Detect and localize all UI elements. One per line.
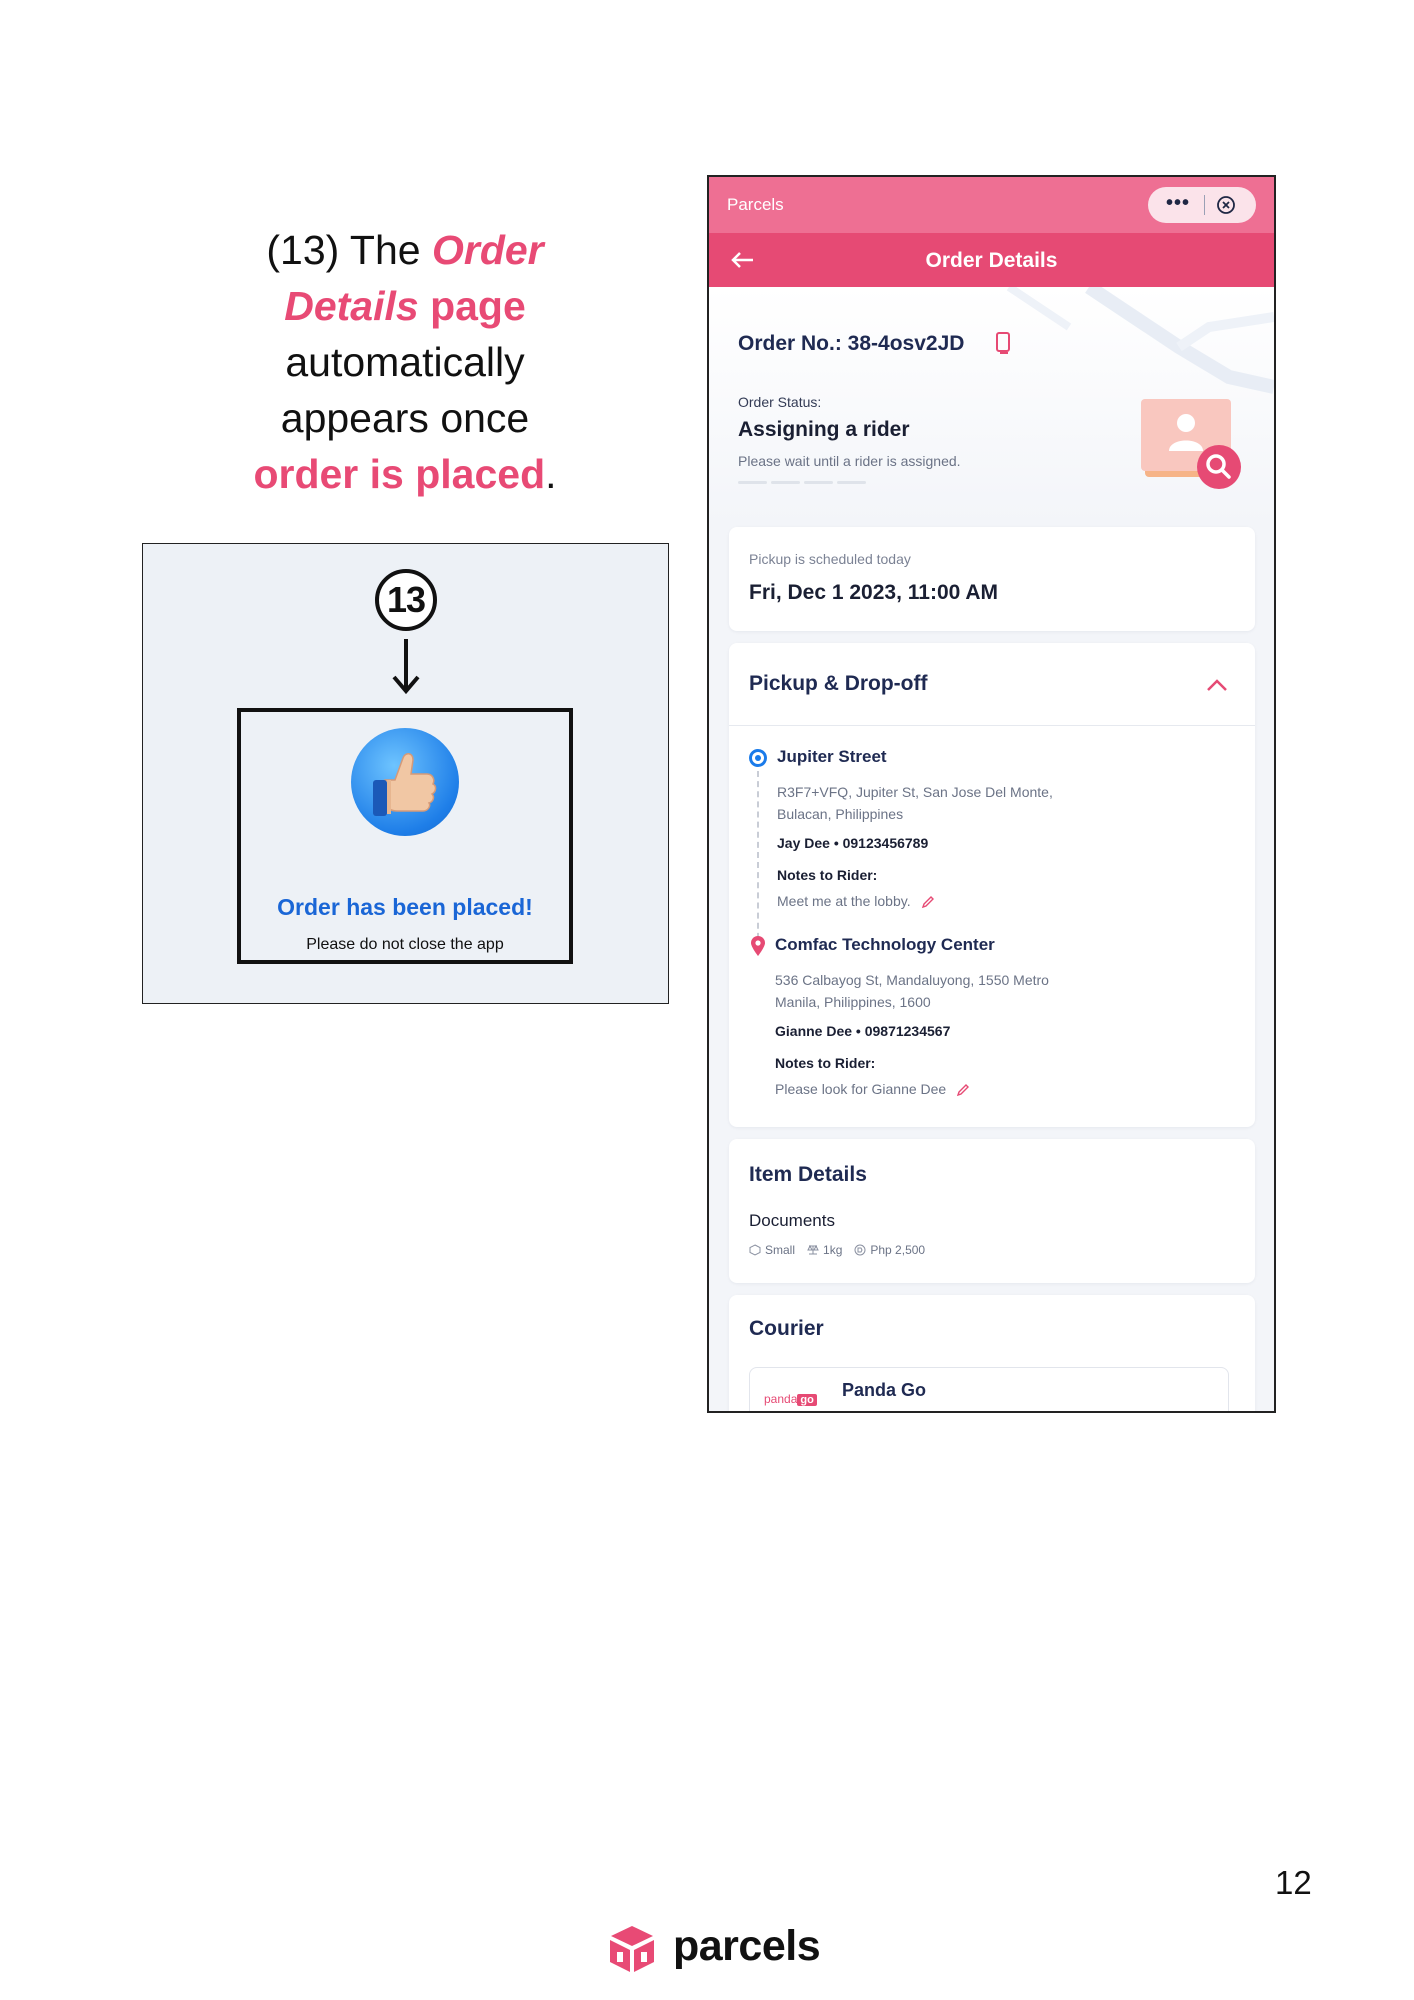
order-number: Order No.: 38-4osv2JD <box>738 332 965 355</box>
thumbs-up-icon <box>351 728 459 836</box>
item-value-label: Php 2,500 <box>870 1243 926 1257</box>
edit-pencil-icon[interactable] <box>956 1083 970 1097</box>
caption-suffix: . <box>545 451 557 497</box>
pickup-notes-row: Meet me at the lobby. <box>777 893 935 911</box>
item-weight-label: 1kg <box>823 1243 843 1257</box>
courier-option[interactable]: panda go Panda Go <box>749 1367 1229 1411</box>
item-meta: Small 1kg Php 2,500 <box>749 1243 925 1257</box>
pickup-schedule-value: Fri, Dec 1 2023, 11:00 AM <box>749 581 999 604</box>
item-details-title: Item Details <box>749 1163 867 1186</box>
progress-segment <box>738 481 767 484</box>
searching-rider-icon <box>1141 399 1241 489</box>
section-divider <box>729 725 1255 726</box>
mini-app-capsule: ••• <box>1148 187 1256 223</box>
item-size: Small <box>749 1243 795 1257</box>
chevron-up-icon[interactable] <box>1205 677 1229 693</box>
caption-line-3: automatically <box>285 339 525 385</box>
brand-logo: parcels <box>605 1920 825 1980</box>
step-caption: (13) The Order Details page automaticall… <box>210 222 600 502</box>
pickup-name: Jupiter Street <box>777 747 887 766</box>
pickup-dropoff-card: Pickup & Drop-off Jupiter Street R3F7+VF… <box>729 643 1255 1127</box>
down-arrow-icon <box>392 639 420 695</box>
progress-segment <box>771 481 800 484</box>
status-progress-bar <box>738 481 866 484</box>
order-status-label: Order Status: <box>738 394 822 410</box>
dropoff-notes-row: Please look for Gianne Dee <box>775 1081 970 1099</box>
dropoff-notes-label: Notes to Rider: <box>775 1055 876 1071</box>
courier-logo-badge: go <box>797 1394 817 1406</box>
box-icon <box>749 1244 761 1256</box>
dropoff-location-icon <box>751 936 765 956</box>
item-type: Documents <box>749 1211 835 1230</box>
caption-prefix: (13) The <box>266 227 421 273</box>
pickup-schedule-card: Pickup is scheduled today Fri, Dec 1 202… <box>729 527 1255 631</box>
progress-segment <box>837 481 866 484</box>
weight-icon <box>807 1244 819 1255</box>
item-size-label: Small <box>765 1243 796 1257</box>
step-number-badge: 13 <box>375 569 437 631</box>
dropoff-address-line1: 536 Calbayog St, Mandaluyong, 1550 Metro <box>775 972 1049 988</box>
order-details-screen: Parcels ••• Order Details Order No.: 38-… <box>707 175 1276 1413</box>
edit-pencil-icon[interactable] <box>921 895 935 909</box>
progress-segment <box>804 481 833 484</box>
order-placed-dialog: Order has been placed! Please do not clo… <box>237 708 573 964</box>
item-weight: 1kg <box>807 1243 842 1257</box>
item-value: Php 2,500 <box>854 1243 925 1257</box>
pickup-address-line2: Bulacan, Philippines <box>777 806 904 822</box>
pickup-address-line1: R3F7+VFQ, Jupiter St, San Jose Del Monte… <box>777 784 1053 800</box>
page-title: Order Details <box>925 249 1058 272</box>
price-tag-icon <box>854 1244 866 1256</box>
page-number: 12 <box>1275 1864 1312 1901</box>
dropoff-name: Comfac Technology Center <box>775 935 995 954</box>
pickup-location-icon <box>749 749 767 767</box>
courier-title: Courier <box>749 1317 824 1340</box>
close-circle-icon[interactable] <box>1216 195 1236 215</box>
order-status-header: Order No.: 38-4osv2JD Order Status: Assi… <box>709 287 1274 523</box>
pickup-contact: Jay Dee • 09123456789 <box>777 835 929 851</box>
pickup-notes: Meet me at the lobby. <box>777 893 911 909</box>
courier-logo-text: panda <box>764 1392 798 1406</box>
copy-icon[interactable] <box>993 331 1013 355</box>
pickup-dropoff-title: Pickup & Drop-off <box>749 672 928 695</box>
caption-highlight-page: page <box>430 283 526 329</box>
navigation-bar: Order Details <box>709 233 1274 287</box>
pickup-schedule-label: Pickup is scheduled today <box>749 551 911 567</box>
caption-highlight-order-placed: order is placed <box>253 451 546 497</box>
caption-line-4: appears once <box>280 395 530 441</box>
route-connector <box>757 771 759 949</box>
order-status-note: Please wait until a rider is assigned. <box>738 453 961 469</box>
order-placed-subtitle: Please do not close the app <box>306 936 504 953</box>
order-status-value: Assigning a rider <box>738 418 910 441</box>
pickup-notes-label: Notes to Rider: <box>777 867 878 883</box>
order-placed-illustration: 13 Order has been placed! Please do not … <box>142 543 669 1004</box>
dropoff-notes: Please look for Gianne Dee <box>775 1081 947 1097</box>
courier-logo: panda go <box>764 1392 817 1406</box>
capsule-divider <box>1204 195 1205 215</box>
dropoff-contact: Gianne Dee • 09871234567 <box>775 1023 951 1039</box>
courier-card: Courier panda go Panda Go <box>729 1295 1255 1411</box>
courier-name: Panda Go <box>842 1380 927 1400</box>
dropoff-address-line2: Manila, Philippines, 1600 <box>775 994 931 1010</box>
item-details-card: Item Details Documents Small 1kg Php 2,5… <box>729 1139 1255 1283</box>
parcels-logo-icon <box>610 1926 654 1972</box>
app-name: Parcels <box>727 195 784 214</box>
mini-app-topbar: Parcels ••• <box>709 177 1274 233</box>
order-placed-title: Order has been placed! <box>277 894 533 920</box>
more-options-icon[interactable]: ••• <box>1166 193 1190 213</box>
brand-wordmark: parcels <box>673 1922 821 1970</box>
